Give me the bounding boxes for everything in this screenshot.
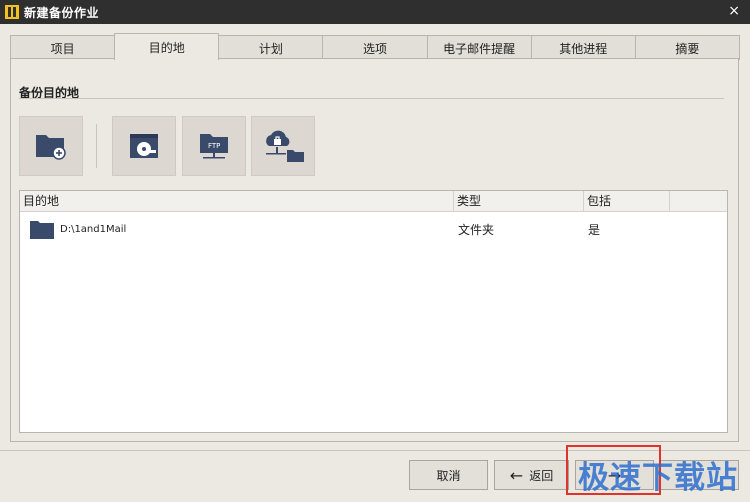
- window-title: 新建备份作业: [24, 5, 100, 20]
- add-folder-destination-button[interactable]: [19, 116, 83, 176]
- tab-summary[interactable]: 摘要: [634, 35, 740, 60]
- tab-items[interactable]: 项目: [10, 35, 116, 60]
- title-bar: 新建备份作业 ×: [0, 0, 750, 24]
- back-label: 返回: [529, 468, 554, 483]
- app-logo-icon: [5, 5, 19, 19]
- destination-path: D:\1and1Mail: [60, 224, 127, 235]
- close-button[interactable]: ×: [728, 3, 740, 19]
- tab-schedule[interactable]: 计划: [218, 35, 324, 60]
- destination-type: 文件夹: [458, 223, 495, 237]
- column-header-type[interactable]: 类型: [454, 191, 584, 211]
- arrow-left-icon: ←: [509, 465, 524, 485]
- add-disc-destination-button[interactable]: [112, 116, 176, 176]
- tab-other-processes[interactable]: 其他进程: [530, 35, 636, 60]
- destination-panel: 备份目的地 FTP 目的地 类型 包括 D:\1and1Mail 文件夹 是: [10, 58, 739, 442]
- section-divider: [19, 98, 724, 99]
- tab-destination[interactable]: 目的地: [114, 33, 220, 60]
- table-row[interactable]: D:\1and1Mail 文件夹 是: [20, 212, 727, 248]
- cancel-button[interactable]: 取消: [409, 460, 488, 490]
- tab-bar: 项目 目的地 计划 选项 电子邮件提醒 其他进程 摘要: [10, 33, 740, 60]
- back-button[interactable]: ← 返回: [494, 460, 569, 490]
- toolbar-separator: [96, 124, 97, 168]
- list-header: 目的地 类型 包括: [20, 191, 727, 212]
- tab-options[interactable]: 选项: [322, 35, 428, 60]
- watermark: 极速下载站: [578, 460, 738, 496]
- cloud-lock-icon: [266, 130, 304, 162]
- add-cloud-destination-button[interactable]: [251, 116, 315, 176]
- folder-add-icon: [36, 135, 66, 160]
- folder-icon: [30, 221, 54, 239]
- ftp-folder-icon: FTP: [200, 134, 228, 159]
- destination-list[interactable]: 目的地 类型 包括 D:\1and1Mail 文件夹 是: [19, 190, 728, 433]
- column-header-include[interactable]: 包括: [584, 191, 670, 211]
- add-ftp-destination-button[interactable]: FTP: [182, 116, 246, 176]
- column-header-destination[interactable]: 目的地: [20, 191, 454, 211]
- disc-drive-icon: [130, 134, 158, 158]
- svg-text:FTP: FTP: [208, 142, 220, 150]
- destination-include: 是: [588, 223, 601, 237]
- tab-email-alerts[interactable]: 电子邮件提醒: [426, 35, 532, 60]
